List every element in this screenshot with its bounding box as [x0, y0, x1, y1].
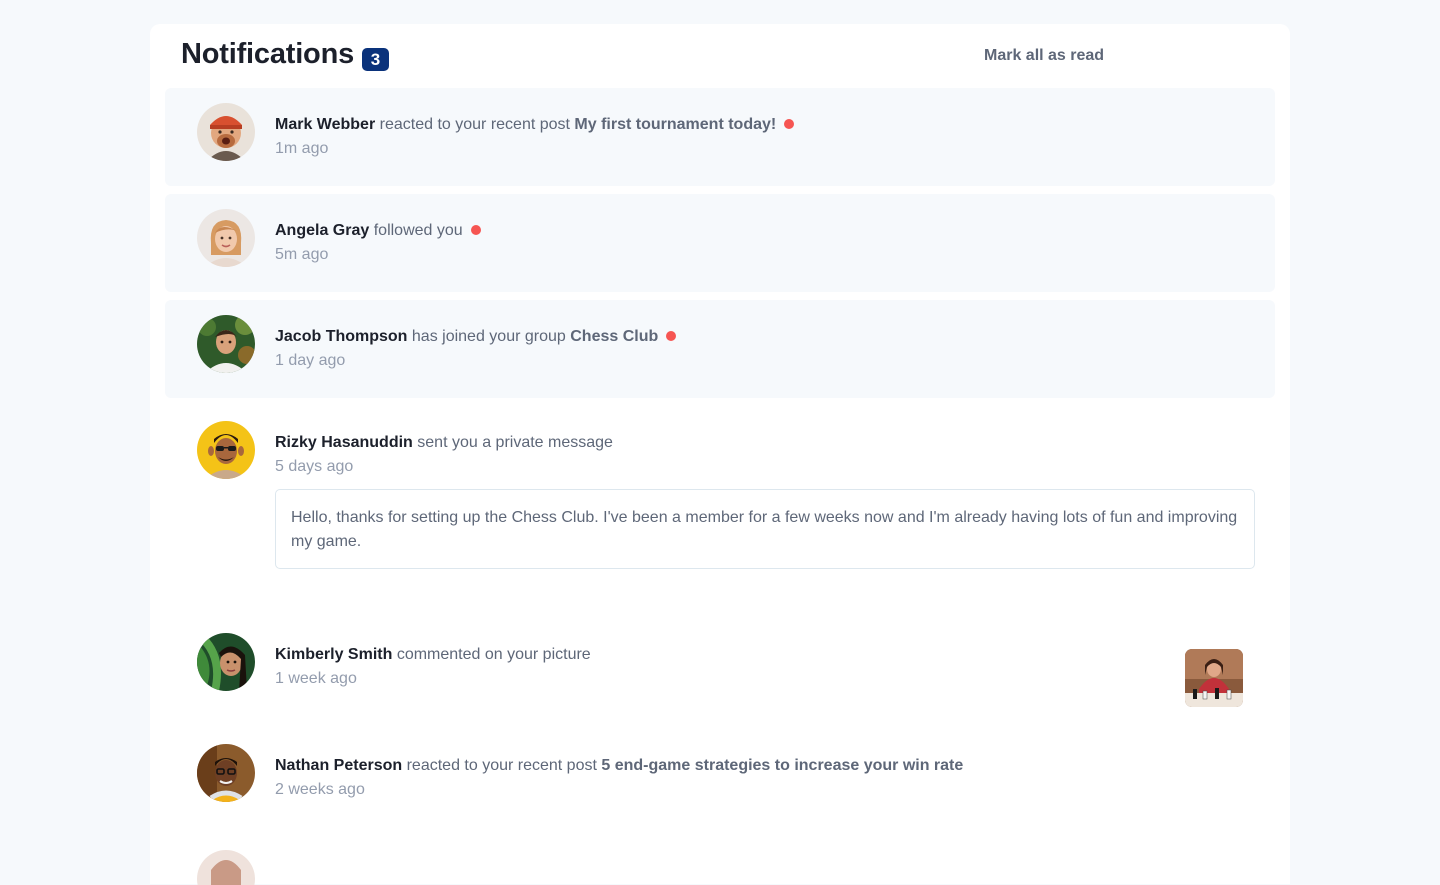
avatar[interactable] — [197, 315, 255, 373]
notification-text: Jacob Thompson has joined your group Che… — [275, 326, 677, 348]
notification-time: 5m ago — [275, 246, 329, 263]
notification-item[interactable]: Jacob Thompson has joined your group Che… — [165, 300, 1275, 398]
user-name-link[interactable]: Mark Webber — [275, 116, 375, 133]
notification-action: followed you — [373, 222, 463, 239]
notification-action: sent you a private message — [417, 434, 613, 451]
private-message-box[interactable]: Hello, thanks for setting up the Chess C… — [275, 489, 1255, 569]
mark-all-as-read-button[interactable]: Mark all as read — [984, 47, 1104, 65]
avatar[interactable] — [197, 103, 255, 161]
notification-item[interactable] — [165, 835, 1275, 885]
notification-action: reacted to your recent post — [406, 757, 597, 774]
notification-item[interactable]: Angela Gray followed you 5m ago — [165, 194, 1275, 292]
notification-item[interactable]: Mark Webber reacted to your recent post … — [165, 88, 1275, 186]
notification-time: 2 weeks ago — [275, 781, 365, 798]
post-link[interactable]: 5 end-game strategies to increase your w… — [601, 757, 963, 774]
user-name-link[interactable]: Rizky Hasanuddin — [275, 434, 413, 451]
notification-item[interactable]: Nathan Peterson reacted to your recent p… — [165, 729, 1275, 827]
notification-time: 5 days ago — [275, 458, 354, 475]
notification-text: Kimberly Smith commented on your picture — [275, 644, 591, 666]
notification-text: Angela Gray followed you — [275, 220, 481, 242]
unread-dot — [666, 331, 677, 341]
unread-count-badge: 3 — [362, 48, 389, 71]
user-name-link[interactable]: Nathan Peterson — [275, 757, 402, 774]
avatar[interactable] — [197, 209, 255, 267]
avatar[interactable] — [197, 633, 255, 691]
notification-item[interactable]: Kimberly Smith commented on your picture… — [165, 618, 1275, 716]
notification-action: has joined your group — [411, 328, 566, 345]
notification-text: Nathan Peterson reacted to your recent p… — [275, 755, 963, 777]
avatar[interactable] — [197, 850, 255, 885]
notification-time: 1 day ago — [275, 352, 346, 369]
notification-time: 1 week ago — [275, 670, 357, 687]
group-link[interactable]: Chess Club — [570, 328, 658, 345]
avatar[interactable] — [197, 421, 255, 479]
post-link[interactable]: My first tournament today! — [574, 116, 776, 133]
page-title: Notifications — [181, 38, 355, 70]
chess-picture-thumbnail[interactable] — [1185, 649, 1243, 707]
notification-action: commented on your picture — [396, 646, 591, 663]
notification-time: 1m ago — [275, 140, 329, 157]
unread-dot — [470, 225, 481, 235]
unread-dot — [784, 119, 795, 129]
user-name-link[interactable]: Kimberly Smith — [275, 646, 392, 663]
notifications-header: Notifications 3 Mark all as read — [150, 24, 1290, 88]
user-name-link[interactable]: Angela Gray — [275, 222, 369, 239]
notification-action: reacted to your recent post — [379, 116, 570, 133]
notifications-card: Notifications 3 Mark all as read Mark We… — [150, 24, 1290, 885]
avatar[interactable] — [197, 744, 255, 802]
notification-text: Rizky Hasanuddin sent you a private mess… — [275, 432, 613, 454]
notification-text: Mark Webber reacted to your recent post … — [275, 114, 795, 136]
notification-item[interactable]: Rizky Hasanuddin sent you a private mess… — [165, 406, 1275, 606]
user-name-link[interactable]: Jacob Thompson — [275, 328, 407, 345]
